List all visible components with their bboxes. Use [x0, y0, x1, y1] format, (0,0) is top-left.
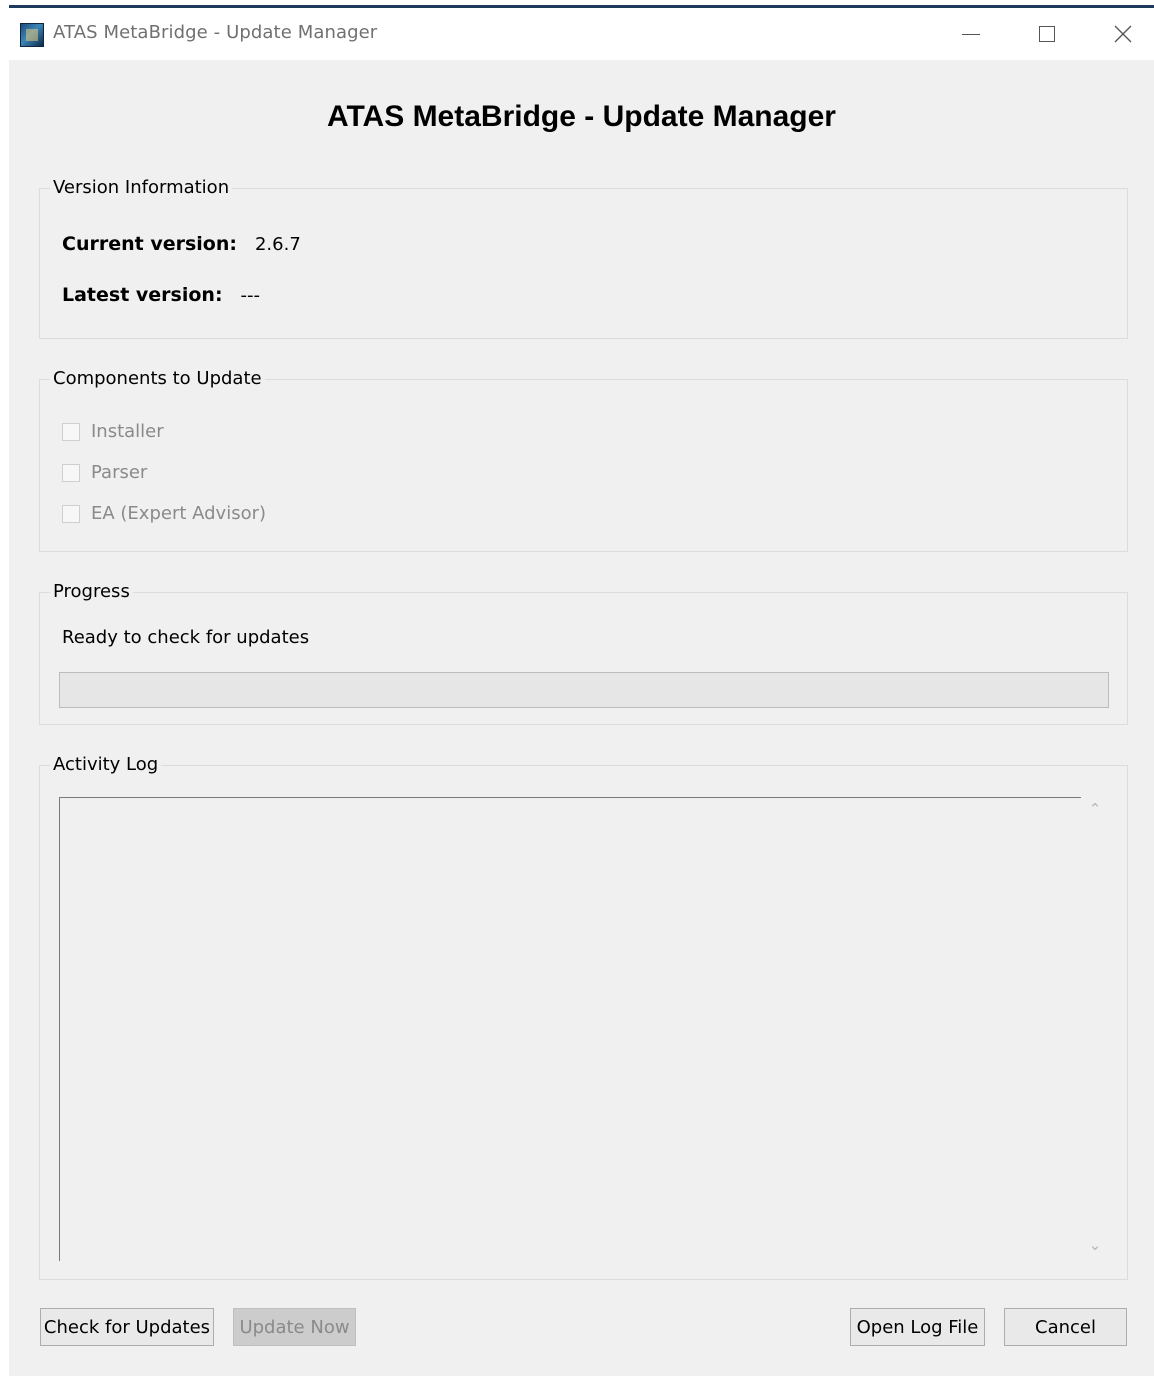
open-log-file-button[interactable]: Open Log File: [850, 1308, 985, 1346]
activity-log-textarea[interactable]: [59, 797, 1081, 1261]
ea-checkbox[interactable]: EA (Expert Advisor): [62, 503, 266, 524]
maximize-icon: [1039, 26, 1055, 42]
ea-checkbox-label: EA (Expert Advisor): [91, 503, 267, 524]
parser-checkbox[interactable]: Parser: [62, 462, 147, 483]
cancel-button[interactable]: Cancel: [1004, 1308, 1127, 1346]
latest-version-label: Latest version:: [62, 284, 223, 306]
components-group: Components to Update Installer Parser EA…: [39, 368, 1128, 552]
checkbox-box[interactable]: [62, 463, 80, 482]
page-title: ATAS MetaBridge - Update Manager: [327, 100, 836, 133]
current-version-row: Current version: 2.6.7: [62, 233, 301, 255]
maximize-button[interactable]: [1025, 16, 1069, 52]
latest-version-row: Latest version: ---: [62, 284, 260, 306]
progress-group: Progress Ready to check for updates: [39, 581, 1128, 725]
update-now-button[interactable]: Update Now: [233, 1308, 356, 1346]
minimize-button[interactable]: [949, 16, 993, 52]
checkbox-box[interactable]: [62, 422, 80, 441]
update-manager-window: ATAS MetaBridge - Update Manager ATAS Me…: [9, 8, 1154, 1376]
current-version-value: 2.6.7: [254, 234, 301, 255]
title-bar[interactable]: ATAS MetaBridge - Update Manager: [9, 8, 1154, 60]
parser-checkbox-label: Parser: [91, 462, 148, 483]
components-label: Components to Update: [50, 368, 265, 389]
check-for-updates-button[interactable]: Check for Updates: [40, 1308, 214, 1346]
minimize-icon: [962, 33, 980, 35]
latest-version-value: ---: [240, 285, 261, 306]
installer-checkbox-label: Installer: [91, 421, 164, 442]
activity-log-group: Activity Log ⌃ ⌄: [39, 754, 1128, 1280]
progress-bar: [59, 672, 1109, 708]
activity-log-label: Activity Log: [50, 754, 162, 775]
scroll-up-icon[interactable]: ⌃: [1086, 800, 1104, 818]
progress-label: Progress: [50, 581, 133, 602]
checkbox-box[interactable]: [62, 504, 80, 523]
scroll-down-icon[interactable]: ⌄: [1086, 1236, 1104, 1254]
close-icon: [1114, 25, 1132, 43]
current-version-label: Current version:: [62, 233, 237, 255]
progress-status-text: Ready to check for updates: [62, 627, 310, 648]
version-info-group: Version Information Current version: 2.6.…: [39, 177, 1128, 339]
installer-checkbox[interactable]: Installer: [62, 421, 164, 442]
app-icon: [20, 23, 44, 47]
window-title: ATAS MetaBridge - Update Manager: [53, 22, 378, 43]
close-button[interactable]: [1101, 16, 1145, 52]
version-info-label: Version Information: [50, 177, 233, 198]
